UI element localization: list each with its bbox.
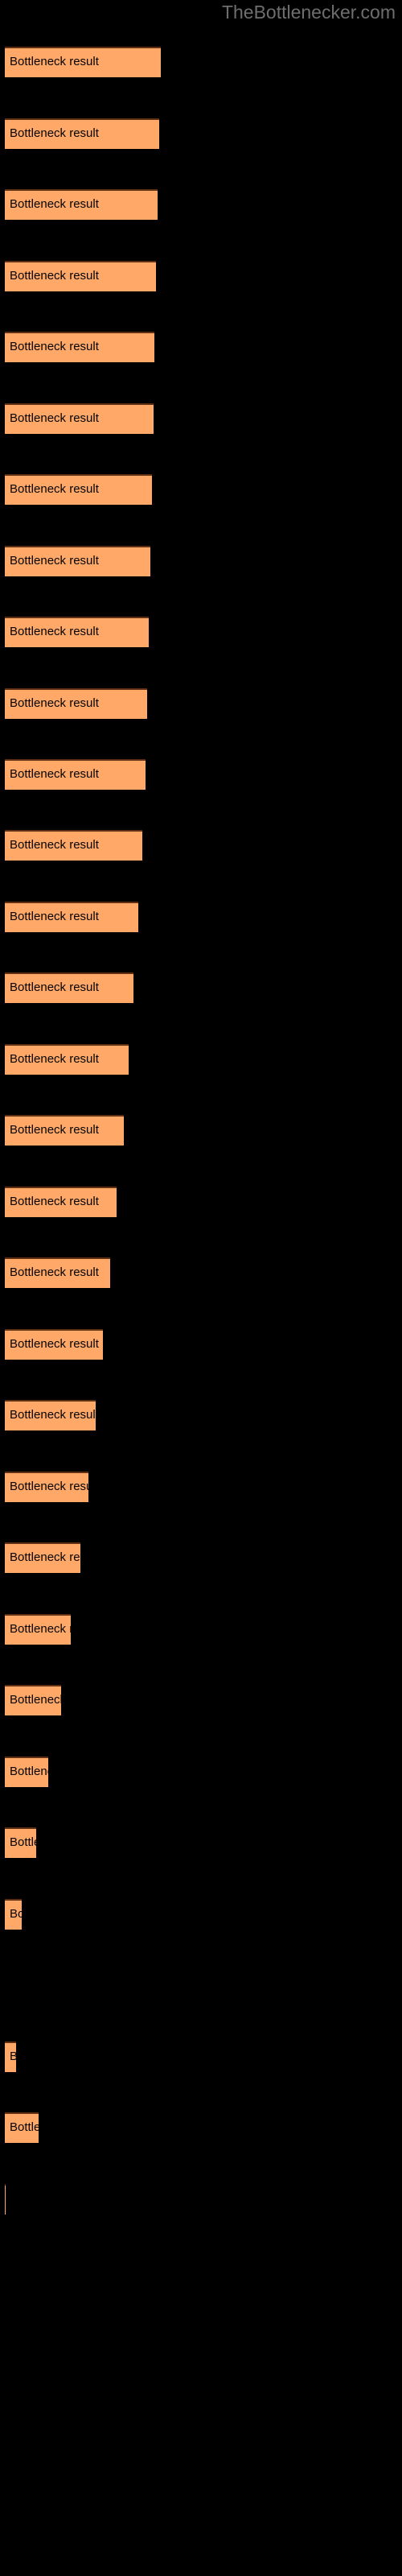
- bar-label-clip: Bottleneck result: [5, 1329, 103, 1360]
- bar-row: Bottleneck result: [0, 1115, 402, 1146]
- bar-label-clip: Bottleneck result: [5, 546, 150, 576]
- bar-label-clip: Bottleneck result: [5, 332, 154, 362]
- bar-row: Bottleneck result: [0, 1542, 402, 1573]
- bar-label: Bottleneck result: [10, 1337, 99, 1351]
- bar-label-clip: Bottleneck result: [5, 1685, 61, 1715]
- bar-row: Bottleneck result: [0, 1614, 402, 1645]
- bar-label-clip: Bottleneck result: [5, 2112, 39, 2143]
- bar-label: Bottleneck result: [10, 1765, 48, 1778]
- bar-row: Bottleneck result: [0, 1757, 402, 1787]
- bar-label: Bottleneck result: [10, 2050, 16, 2063]
- bottleneck-bar-chart: TheBottlenecker.com Bottleneck result Bot…: [0, 0, 402, 2576]
- bar-row: Bottleneck result: [0, 474, 402, 505]
- bar-label: Bottleneck result: [10, 197, 99, 211]
- bar-row: Bottleneck result: [0, 118, 402, 149]
- bar-label: Bottleneck result: [10, 1480, 88, 1493]
- bar-row: Bottleneck result: [0, 688, 402, 719]
- bar-label: Bottleneck result: [10, 1907, 22, 1921]
- bar-row: Bottleneck result: [0, 47, 402, 77]
- bar-label: Bottleneck result: [10, 55, 99, 68]
- bar-label: Bottleneck result: [10, 1052, 99, 1066]
- bar-row: Bottleneck result: [0, 617, 402, 647]
- bar-label: Bottleneck result: [10, 482, 99, 496]
- bar-label-clip: Bottleneck result: [5, 1400, 96, 1430]
- bar-label-clip: Bottleneck result: [5, 972, 133, 1003]
- bar-label-clip: Bottleneck result: [5, 830, 142, 861]
- bar-label-clip: Bottleneck result: [5, 688, 147, 719]
- bar-label-clip: Bottleneck result: [5, 759, 146, 790]
- bar-label: Bottleneck result: [10, 696, 99, 710]
- bar-row: Bottleneck result: [0, 1187, 402, 1217]
- bar-label: Bottleneck result: [10, 1195, 99, 1208]
- bar-label-clip: Bottleneck result: [5, 403, 154, 434]
- bar-label: Bottleneck result: [10, 625, 99, 638]
- bar-label-clip: Bottleneck result: [5, 1115, 124, 1146]
- site-watermark: TheBottlenecker.com: [221, 2, 396, 23]
- bar-label: Bottleneck result: [10, 1408, 96, 1422]
- bar-row: Bottleneck result: [0, 2184, 402, 2215]
- bar-row: Bottleneck result: [0, 1899, 402, 1930]
- bar-label: Bottleneck result: [10, 980, 99, 994]
- bar-row: Bottleneck result: [0, 1257, 402, 1288]
- bar-label-clip: Bottleneck result: [5, 2184, 6, 2215]
- bar-label: Bottleneck result: [10, 126, 99, 140]
- bar-label: Bottleneck result: [10, 1550, 80, 1564]
- bar-label: Bottleneck result: [10, 1265, 99, 1279]
- bar-label-clip: Bottleneck result: [5, 1614, 71, 1645]
- bar-label-clip: Bottleneck result: [5, 2041, 16, 2072]
- bar-row: Bottleneck result: [0, 2112, 402, 2143]
- bar-label-clip: Bottleneck result: [5, 118, 159, 149]
- bar-label: Bottleneck result: [10, 838, 99, 852]
- bar-label: Bottleneck result: [10, 340, 99, 353]
- bar-label: Bottleneck result: [10, 1835, 36, 1849]
- bar-row: Bottleneck result: [0, 830, 402, 861]
- bar-label-clip: Bottleneck result: [5, 1757, 48, 1787]
- bar-row: Bottleneck result: [0, 759, 402, 790]
- bar-label-clip: Bottleneck result: [5, 261, 156, 291]
- bar-row: Bottleneck result: [0, 1044, 402, 1075]
- bar-row: Bottleneck result: [0, 2041, 402, 2072]
- bar-label: Bottleneck result: [10, 1622, 71, 1636]
- bar-label: Bottleneck result: [10, 2120, 39, 2134]
- bar-row: Bottleneck result: [0, 403, 402, 434]
- bar-label-clip: Bottleneck result: [5, 1542, 80, 1573]
- bar-row: Bottleneck result: [0, 261, 402, 291]
- bar-label: Bottleneck result: [10, 910, 99, 923]
- bar-label-clip: Bottleneck result: [5, 902, 138, 932]
- bar-label: Bottleneck result: [10, 767, 99, 781]
- bar-label-clip: Bottleneck result: [5, 1472, 88, 1502]
- bar-row: Bottleneck result: [0, 1472, 402, 1502]
- bar-label-clip: Bottleneck result: [5, 617, 149, 647]
- bar-row: Bottleneck result: [0, 546, 402, 576]
- bar-label-clip: Bottleneck result: [5, 189, 158, 220]
- bar-label-clip: Bottleneck result: [5, 474, 152, 505]
- bar-label-clip: Bottleneck result: [5, 1187, 117, 1217]
- bar-label: Bottleneck result: [10, 411, 99, 425]
- bar-row: Bottleneck result: [0, 332, 402, 362]
- bar-label: Bottleneck result: [10, 554, 99, 568]
- bar-label-clip: Bottleneck result: [5, 1044, 129, 1075]
- bar-label-clip: Bottleneck result: [5, 1827, 36, 1858]
- bar-label: Bottleneck result: [10, 1123, 99, 1137]
- bar-label-clip: Bottleneck result: [5, 1257, 110, 1288]
- bar-row: Bottleneck result: [0, 1970, 402, 2000]
- bar-row: Bottleneck result: [0, 972, 402, 1003]
- bar-label: Bottleneck result: [10, 1693, 61, 1707]
- bar-label: Bottleneck result: [10, 269, 99, 283]
- bar-label-clip: Bottleneck result: [5, 47, 161, 77]
- bar-label-clip: Bottleneck result: [5, 1899, 22, 1930]
- bar-row: Bottleneck result: [0, 1400, 402, 1430]
- bar-row: Bottleneck result: [0, 902, 402, 932]
- bar-row: Bottleneck result: [0, 1685, 402, 1715]
- bar-row: Bottleneck result: [0, 189, 402, 220]
- bar-row: Bottleneck result: [0, 1329, 402, 1360]
- bar-row: Bottleneck result: [0, 1827, 402, 1858]
